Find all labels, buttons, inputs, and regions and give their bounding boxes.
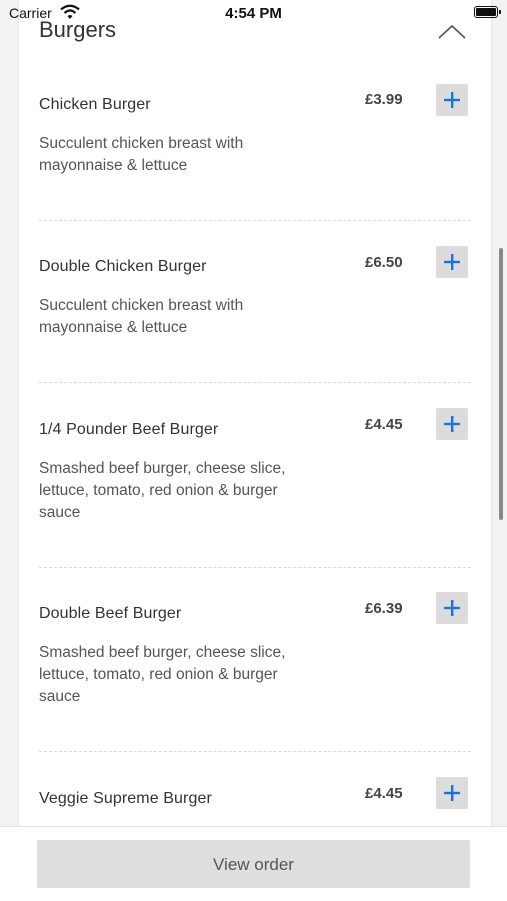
clock: 4:54 PM <box>225 5 282 22</box>
item-name: Double Beef Burger <box>39 605 182 622</box>
item-name: 1/4 Pounder Beef Burger <box>39 421 219 438</box>
item-price: £6.50 <box>365 254 403 271</box>
divider <box>39 751 471 752</box>
item-price: £4.45 <box>365 785 403 802</box>
add-item-button[interactable] <box>436 246 468 278</box>
scrollbar[interactable] <box>499 248 503 520</box>
add-item-button[interactable] <box>436 408 468 440</box>
add-item-button[interactable] <box>436 592 468 624</box>
item-name: Chicken Burger <box>39 96 151 113</box>
item-description: Smashed beef burger, cheese slice, lettu… <box>39 644 286 705</box>
add-item-button[interactable] <box>436 84 468 116</box>
menu-section-card: Burgers Chicken Burger £3.99 Succulent c… <box>18 0 492 826</box>
add-item-button[interactable] <box>436 777 468 809</box>
divider <box>39 567 471 568</box>
plus-icon <box>444 92 460 108</box>
plus-icon <box>444 254 460 270</box>
battery-icon <box>474 6 501 18</box>
status-bar: Carrier 4:54 PM <box>0 0 507 26</box>
item-description: Succulent chicken breast with mayonnaise… <box>39 297 244 336</box>
plus-icon <box>444 416 460 432</box>
item-name: Veggie Supreme Burger <box>39 790 212 807</box>
plus-icon <box>444 600 460 616</box>
footer-bar: View order <box>0 826 507 901</box>
plus-icon <box>444 785 460 801</box>
view-order-button[interactable]: View order <box>37 840 470 888</box>
item-price: £4.45 <box>365 416 403 433</box>
item-price: £6.39 <box>365 600 403 617</box>
item-description: Succulent chicken breast with mayonnaise… <box>39 135 244 174</box>
item-name: Double Chicken Burger <box>39 258 207 275</box>
divider <box>39 220 471 221</box>
item-description: Smashed beef burger, cheese slice, lettu… <box>39 460 286 521</box>
item-price: £3.99 <box>365 91 403 108</box>
divider <box>39 382 471 383</box>
